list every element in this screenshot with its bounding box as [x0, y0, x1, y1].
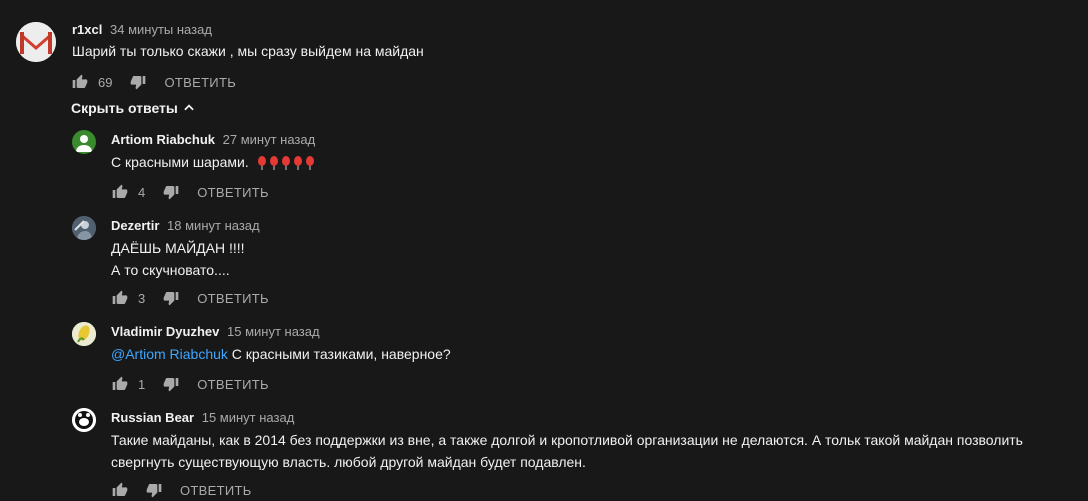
- comment-line: Такие майданы, как в 2014 без поддержки …: [111, 432, 1023, 448]
- comment-text: Такие майданы, как в 2014 без поддержки …: [111, 429, 1071, 473]
- reply-button[interactable]: ОТВЕТИТЬ: [180, 483, 252, 498]
- author-name[interactable]: Vladimir Dyuzhev: [111, 324, 219, 339]
- comment-text: ДАЁШЬ МАЙДАН !!!! А то скучновато....: [111, 237, 245, 281]
- timestamp[interactable]: 34 минуты назад: [110, 22, 212, 37]
- timestamp[interactable]: 27 минут назад: [223, 132, 316, 147]
- dislike-button[interactable]: [144, 480, 164, 500]
- like-count: 4: [138, 184, 146, 200]
- timestamp[interactable]: 18 минут назад: [167, 218, 260, 233]
- timestamp[interactable]: 15 минут назад: [202, 410, 295, 425]
- comment-text: С красными шарами.: [111, 151, 315, 173]
- reply-button[interactable]: ОТВЕТИТЬ: [164, 75, 236, 90]
- thumbs-down-icon: [163, 378, 179, 392]
- comment-actions: 1 ОТВЕТИТЬ: [110, 372, 269, 396]
- balloon-emojis: [257, 156, 315, 171]
- comment-actions: 4 ОТВЕТИТЬ: [110, 180, 269, 204]
- thumbs-up-icon: [72, 74, 88, 88]
- dislike-button[interactable]: [161, 182, 181, 202]
- like-button[interactable]: [70, 72, 90, 92]
- balloon-icon: [269, 156, 278, 171]
- comment-line: свергнуть существующую власть. любой дру…: [111, 454, 586, 470]
- balloon-icon: [281, 156, 290, 171]
- avatar[interactable]: [16, 22, 56, 62]
- thumbs-up-icon: [112, 184, 128, 198]
- thumbs-up-icon: [112, 376, 128, 390]
- comments-section: r1xcl 34 минуты назад Шарий ты только ск…: [0, 0, 1088, 501]
- avatar[interactable]: [72, 130, 96, 154]
- comment-header: Russian Bear 15 минут назад: [111, 410, 294, 425]
- thumbs-up-icon: [112, 482, 128, 496]
- thumbs-up-icon: [112, 290, 128, 304]
- comment-line: ДАЁШЬ МАЙДАН !!!!: [111, 240, 245, 256]
- thumbs-down-icon: [131, 76, 146, 90]
- like-button[interactable]: [110, 480, 130, 500]
- chevron-up-icon: [184, 104, 194, 111]
- timestamp[interactable]: 15 минут назад: [227, 324, 320, 339]
- comment-actions: 3 ОТВЕТИТЬ: [110, 286, 269, 310]
- gmail-envelope-icon: [16, 22, 56, 62]
- dislike-button[interactable]: [161, 374, 181, 394]
- comment-text-content: С красными тазиками, наверное?: [227, 346, 451, 362]
- balloon-icon: [305, 156, 314, 171]
- reply-button[interactable]: ОТВЕТИТЬ: [197, 377, 269, 392]
- avatar[interactable]: [72, 216, 96, 240]
- like-button[interactable]: [110, 288, 130, 308]
- soldier-avatar-icon: [72, 216, 96, 240]
- like-button[interactable]: [110, 182, 130, 202]
- like-count: 1: [138, 376, 146, 392]
- comment-text: @Artiom Riabchuk С красными тазиками, на…: [111, 343, 451, 365]
- hide-replies-button[interactable]: Скрыть ответы: [71, 100, 196, 116]
- comment-text-content: С красными шарами.: [111, 154, 249, 170]
- mention-link[interactable]: @Artiom Riabchuk: [111, 346, 228, 362]
- author-name[interactable]: Dezertir: [111, 218, 159, 233]
- comment-header: Artiom Riabchuk 27 минут назад: [111, 132, 315, 147]
- user-silhouette-icon: [76, 135, 92, 152]
- comment-header: Dezertir 18 минут назад: [111, 218, 260, 233]
- dislike-button[interactable]: [161, 288, 181, 308]
- comment-actions: 69 ОТВЕТИТЬ: [70, 70, 236, 94]
- reply-button[interactable]: ОТВЕТИТЬ: [197, 291, 269, 306]
- author-name[interactable]: Artiom Riabchuk: [111, 132, 215, 147]
- comment-actions: ОТВЕТИТЬ: [110, 478, 252, 501]
- reply-button[interactable]: ОТВЕТИТЬ: [197, 185, 269, 200]
- author-name[interactable]: Russian Bear: [111, 410, 194, 425]
- thumbs-down-icon: [163, 292, 179, 306]
- comment-text: Шарий ты только скажи , мы сразу выйдем …: [72, 43, 424, 59]
- balloon-icon: [293, 156, 302, 171]
- like-count: 3: [138, 290, 146, 306]
- dislike-button[interactable]: [128, 72, 148, 92]
- comment-header: Vladimir Dyuzhev 15 минут назад: [111, 324, 320, 339]
- thumbs-down-icon: [146, 484, 162, 498]
- author-name[interactable]: r1xcl: [72, 22, 102, 37]
- comment-header: r1xcl 34 минуты назад: [72, 22, 212, 37]
- hide-replies-label: Скрыть ответы: [71, 100, 178, 116]
- balloon-icon: [257, 156, 266, 171]
- comment-line: А то скучновато....: [111, 262, 230, 278]
- corn-avatar-icon: [72, 322, 96, 346]
- like-button[interactable]: [110, 374, 130, 394]
- thumbs-down-icon: [163, 186, 179, 200]
- avatar[interactable]: [72, 322, 96, 346]
- avatar[interactable]: [72, 408, 96, 432]
- bear-logo-icon: [72, 408, 96, 432]
- like-count: 69: [98, 74, 113, 90]
